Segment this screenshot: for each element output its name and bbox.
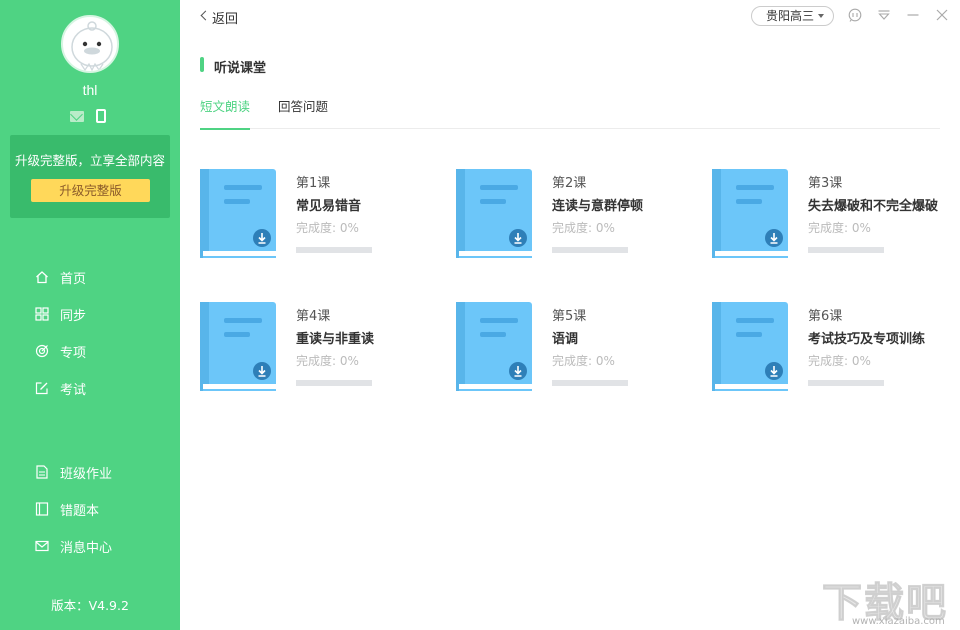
upgrade-button[interactable]: 升级完整版 <box>31 179 150 202</box>
lesson-card[interactable]: 第3课失去爆破和不完全爆破完成度: 0% <box>712 169 952 264</box>
avatar[interactable] <box>61 15 119 73</box>
avatar-mascot-icon <box>63 17 119 73</box>
lesson-title: 连读与意群停顿 <box>552 195 694 214</box>
nav-item-mistake-book[interactable]: 错题本 <box>35 499 155 519</box>
nav-item-label: 首页 <box>60 268 86 287</box>
progress-bar <box>296 247 372 253</box>
lesson-number: 第5课 <box>552 305 586 324</box>
lesson-card[interactable]: 第1课常见易错音完成度: 0% <box>200 169 440 264</box>
book-icon <box>200 169 276 261</box>
nav-item-label: 错题本 <box>60 500 99 519</box>
lesson-card[interactable]: 第4课重读与非重读完成度: 0% <box>200 302 440 397</box>
nav-item-label: 消息中心 <box>60 537 112 556</box>
sidebar: thl 升级完整版，立享全部内容 升级完整版 首页 同步 专项 考试 班级作业 <box>0 0 180 630</box>
edit-icon <box>35 381 49 395</box>
nav-item-label: 班级作业 <box>60 463 112 482</box>
lesson-completion: 完成度: 0% <box>552 219 615 236</box>
lesson-number: 第2课 <box>552 172 586 191</box>
grade-select[interactable]: 贵阳高三 <box>751 6 834 26</box>
lesson-number: 第6课 <box>808 305 842 324</box>
nav-item-sync[interactable]: 同步 <box>35 304 155 324</box>
menu-dropdown-icon[interactable] <box>877 8 891 22</box>
contact-icons <box>70 108 110 124</box>
nav-item-special[interactable]: 专项 <box>35 341 155 361</box>
book-icon <box>712 169 788 261</box>
nav-item-label: 专项 <box>60 342 86 361</box>
book-icon <box>456 169 532 261</box>
lesson-card[interactable]: 第5课语调完成度: 0% <box>456 302 696 397</box>
lesson-title: 失去爆破和不完全爆破 <box>808 195 950 214</box>
nav-item-home[interactable]: 首页 <box>35 267 155 287</box>
mail-icon <box>35 539 49 553</box>
book-icon <box>712 302 788 394</box>
caret-down-icon <box>818 14 824 18</box>
lesson-completion: 完成度: 0% <box>808 352 871 369</box>
watermark-url: www.xiazaiba.com <box>852 616 945 627</box>
tab-short-reading[interactable]: 短文朗读 <box>200 96 250 129</box>
progress-bar <box>552 247 628 253</box>
grid-icon <box>35 307 49 321</box>
notebook-icon <box>35 502 49 516</box>
minimize-icon[interactable] <box>906 8 920 22</box>
version-label: 版本：V4.9.2 <box>0 595 180 614</box>
document-icon <box>35 465 49 479</box>
feedback-icon[interactable] <box>848 8 862 22</box>
lesson-number: 第1课 <box>296 172 330 191</box>
lesson-title: 重读与非重读 <box>296 328 438 347</box>
lesson-title: 考试技巧及专项训练 <box>808 328 950 347</box>
section-title-label: 听说课堂 <box>214 57 266 76</box>
nav-item-label: 同步 <box>60 305 86 324</box>
lesson-completion: 完成度: 0% <box>808 219 871 236</box>
lesson-title: 语调 <box>552 328 694 347</box>
section-marker <box>200 57 204 72</box>
chevron-left-icon <box>201 11 211 21</box>
phone-icon[interactable] <box>96 109 106 123</box>
back-label: 返回 <box>212 8 238 27</box>
book-icon <box>456 302 532 394</box>
home-icon <box>35 270 49 284</box>
nav-item-class-homework[interactable]: 班级作业 <box>35 462 155 482</box>
progress-bar <box>808 247 884 253</box>
upgrade-panel: 升级完整版，立享全部内容 升级完整版 <box>10 135 170 218</box>
watermark-logo: 下载吧 www.xiazaiba.com <box>822 570 960 630</box>
lesson-card[interactable]: 第2课连读与意群停顿完成度: 0% <box>456 169 696 264</box>
nav-item-label: 考试 <box>60 379 86 398</box>
progress-bar <box>552 380 628 386</box>
progress-bar <box>808 380 884 386</box>
target-icon <box>35 344 49 358</box>
lesson-number: 第3课 <box>808 172 842 191</box>
close-icon[interactable] <box>935 8 949 22</box>
progress-bar <box>296 380 372 386</box>
nav-item-messages[interactable]: 消息中心 <box>35 536 155 556</box>
lesson-completion: 完成度: 0% <box>552 352 615 369</box>
tab-answer-questions[interactable]: 回答问题 <box>278 96 328 129</box>
lesson-completion: 完成度: 0% <box>296 219 359 236</box>
book-icon <box>200 302 276 394</box>
tab-bar: 短文朗读 回答问题 <box>200 95 940 129</box>
lesson-number: 第4课 <box>296 305 330 324</box>
mail-icon[interactable] <box>70 111 84 122</box>
username: thl <box>0 82 180 98</box>
lesson-title: 常见易错音 <box>296 195 438 214</box>
lesson-completion: 完成度: 0% <box>296 352 359 369</box>
lesson-card[interactable]: 第6课考试技巧及专项训练完成度: 0% <box>712 302 952 397</box>
upgrade-text: 升级完整版，立享全部内容 <box>10 150 170 169</box>
grade-select-value: 贵阳高三 <box>766 9 814 23</box>
nav-item-exam[interactable]: 考试 <box>35 378 155 398</box>
